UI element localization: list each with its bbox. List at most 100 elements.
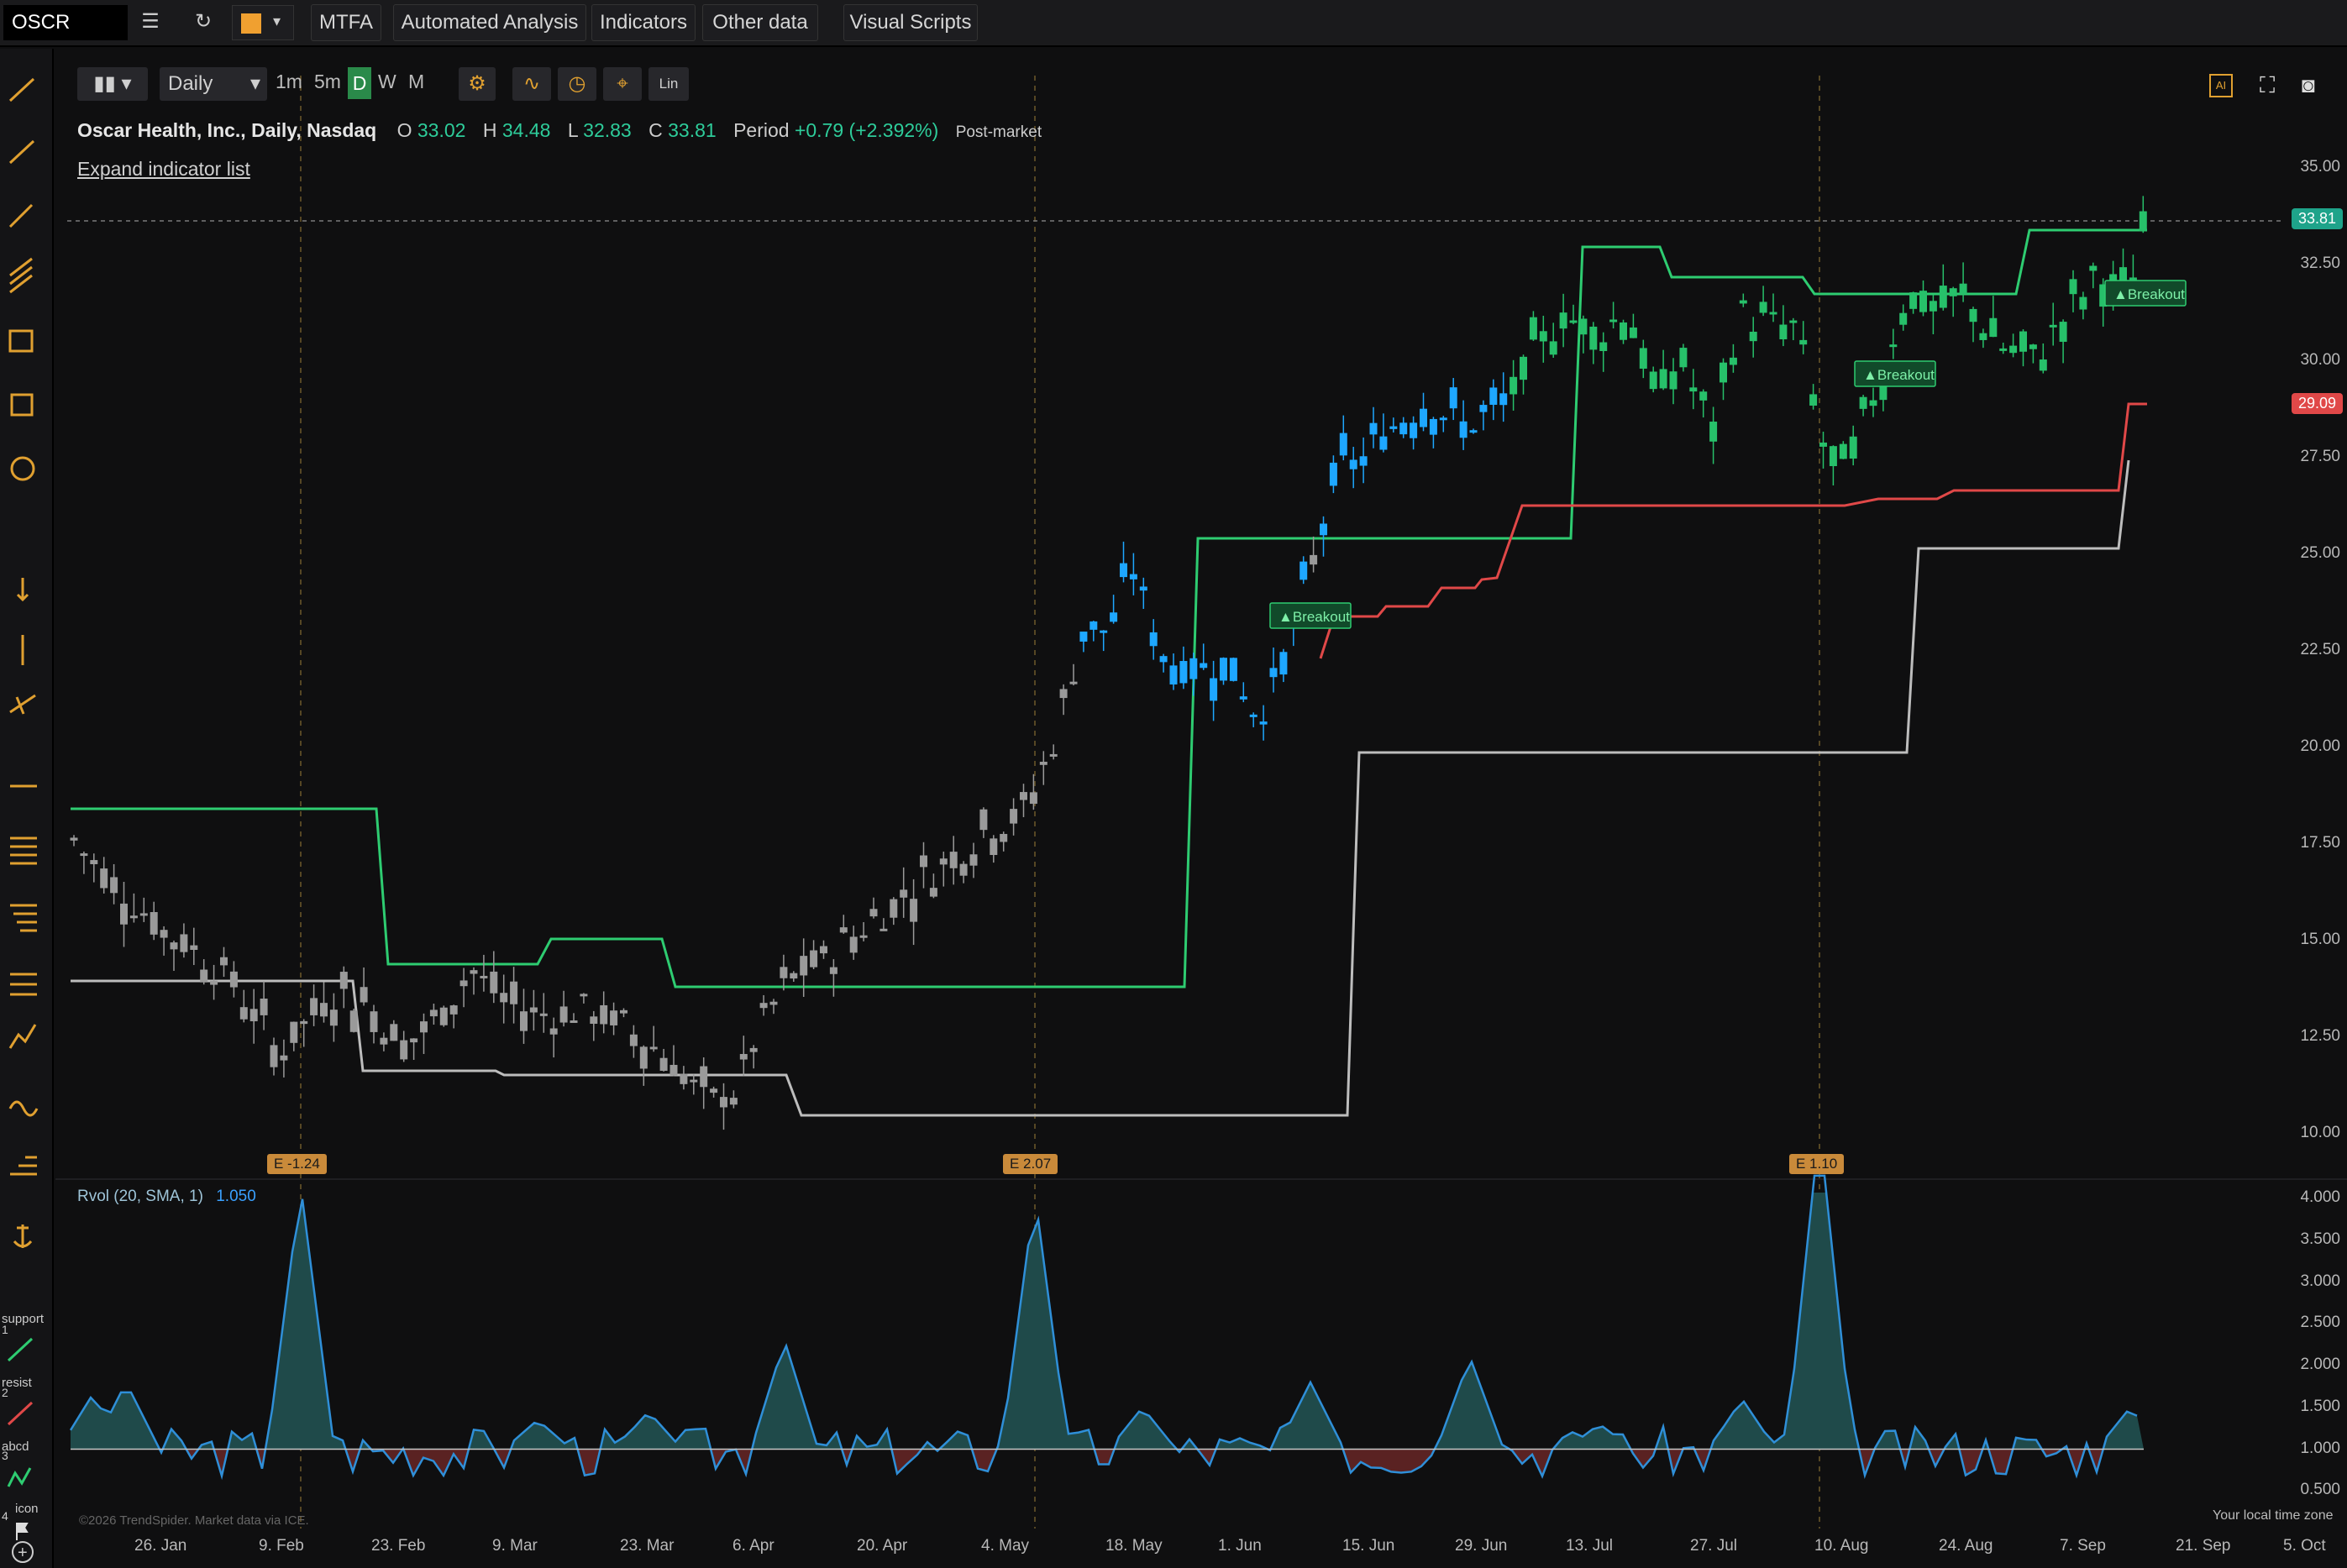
candle [1379,413,1388,453]
rvol-tick: 0.500 [2300,1481,2340,1499]
candle [110,863,118,905]
lin-button[interactable]: Lin [648,67,689,101]
candle [969,842,978,878]
candle [1559,293,1567,348]
breakout-label: ▲Breakout [1279,609,1350,625]
crosshair-icon[interactable]: ⌖ [603,67,642,101]
price-tick: 30.00 [2300,351,2340,369]
candle [1779,305,1788,347]
tf-d[interactable]: D [348,67,371,99]
tf-1m[interactable]: 1m [276,71,302,93]
candle [1989,296,1998,338]
timezone-label[interactable]: Your local time zone [2213,1508,2334,1523]
candle [1919,280,1927,317]
candle [1689,369,1698,410]
candle [1609,302,1618,329]
rvol-label: Rvol (20, SMA, 1) [77,1188,203,1205]
candle [1759,286,1767,317]
price-tick: 22.50 [2300,641,2340,658]
ai-icon[interactable]: AI [2209,74,2233,97]
rvol-tick: 3.000 [2300,1272,2340,1290]
candle [559,990,568,1027]
candle [290,1021,298,1051]
candle [180,923,188,958]
earnings-badge[interactable]: E 1.10 [1789,1154,1845,1174]
candle [700,1057,708,1109]
breakout-label: ▲Breakout [2113,286,2185,302]
candle [2049,302,2057,346]
clock-icon[interactable]: ◷ [558,67,596,101]
breakout-signal[interactable]: ▲Breakout [1269,602,1352,629]
candle [300,1019,308,1047]
candle [729,1090,738,1109]
candle [2129,254,2137,281]
symbol-title: Oscar Health, Inc., Daily, Nasdaq [77,119,377,141]
price-tick: 35.00 [2300,158,2340,176]
candle [1969,307,1977,343]
candle [1549,323,1557,358]
candle [429,1004,438,1025]
low-label: L [567,119,578,141]
price-tick: 20.00 [2300,737,2340,755]
high-value: 34.48 [501,119,551,141]
candle [160,926,168,956]
time-tick: 1. Jun [1218,1537,1262,1555]
candle [1259,705,1268,741]
candle [1159,653,1168,673]
candle [1399,417,1408,438]
candle [1359,437,1368,484]
lin-label: Lin [659,76,679,92]
candle [680,1066,688,1090]
price-chart[interactable]: ▲Breakout ▲Breakout ▲Breakout [0,0,2347,1568]
candle [439,1005,448,1027]
candle [1579,315,1588,354]
interval-select[interactable]: Daily ▾ [160,67,267,101]
breakout-label: ▲Breakout [1863,367,1935,383]
candle [449,1004,458,1029]
candle [649,1025,658,1052]
rvol-tick: 1.500 [2300,1397,2340,1415]
candle [1769,293,1777,323]
candle [1829,445,1837,486]
earnings-badge[interactable]: E 2.07 [1003,1154,1058,1174]
candle [220,947,228,978]
candle [1149,619,1158,660]
candle [949,836,958,885]
candle [939,851,948,887]
interval-value: Daily [168,72,213,95]
gear-icon[interactable]: ⚙ [459,67,496,101]
candle [1999,343,2008,354]
candle [1039,751,1047,785]
tf-m[interactable]: M [408,71,424,93]
earnings-badge[interactable]: E -1.24 [267,1154,327,1174]
candle [2069,270,2077,312]
candle [1620,319,1627,344]
time-tick: 23. Mar [620,1537,675,1555]
candle [1709,406,1718,464]
candle [1200,643,1208,670]
candle [520,989,528,1044]
candle [1639,339,1647,379]
fullscreen-icon[interactable]: ⛶ [2260,72,2275,99]
candle [1010,798,1018,836]
candle [1979,328,1987,349]
candle [1279,648,1288,683]
candle [959,861,968,884]
candle [1799,321,1808,354]
tf-w[interactable]: W [378,71,396,93]
candle [780,954,788,991]
candle [839,915,848,934]
candle [1439,416,1447,433]
camera-icon[interactable]: ◙ [2302,72,2315,98]
breakout-signal[interactable]: ▲Breakout [2104,280,2187,307]
tf-5m[interactable]: 5m [314,71,341,93]
expand-indicator-link[interactable]: Expand indicator list [77,158,250,181]
breakout-signal[interactable]: ▲Breakout [1854,360,1936,387]
candle [600,991,608,1034]
chart-type-button[interactable]: ▮▮ ▾ [77,67,148,101]
copyright: ©2026 TrendSpider. Market data via ICE. [79,1513,309,1528]
candle [790,971,798,982]
indicator-icon[interactable]: ∿ [512,67,551,101]
time-tick: 10. Aug [1814,1537,1869,1555]
candle [410,1038,418,1060]
